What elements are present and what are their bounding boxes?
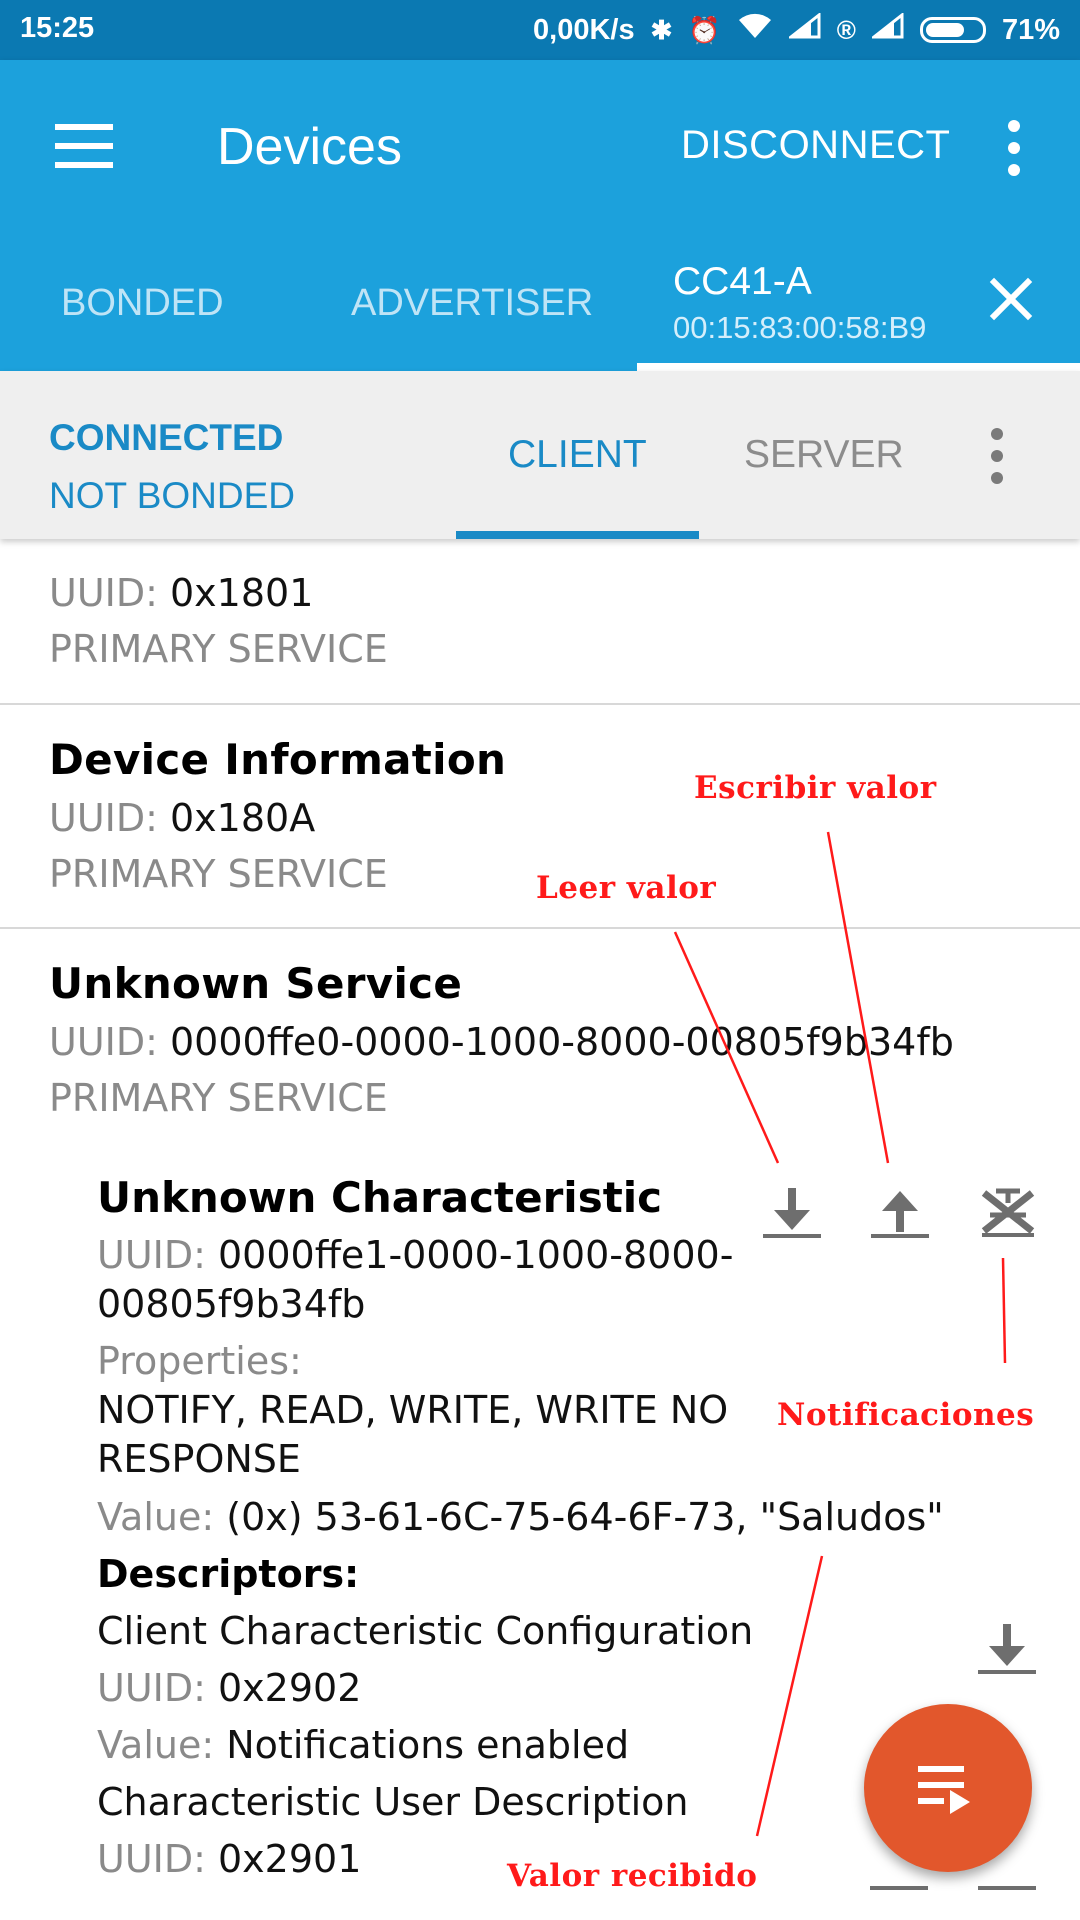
tab-server[interactable]: SERVER <box>744 433 904 477</box>
play-icon <box>950 1790 970 1814</box>
signal-icon <box>786 11 821 47</box>
queue-play-icon <box>918 1766 964 1772</box>
tab-bonded[interactable]: BONDED <box>61 282 224 325</box>
service-uuid: UUID: 0000ffe0-0000-1000-8000-00805f9b34… <box>49 1020 954 1064</box>
properties-value: NOTIFY, READ, WRITE, WRITE NO <box>97 1388 729 1432</box>
overflow-menu-icon[interactable] <box>1008 120 1020 176</box>
disconnect-button[interactable]: DISCONNECT <box>681 123 950 168</box>
descriptor-name: Client Characteristic Configuration <box>97 1609 754 1653</box>
page-title: Devices <box>217 118 402 176</box>
properties-value-cont: RESPONSE <box>97 1437 301 1481</box>
connection-bar: CONNECTED NOT BONDED CLIENT SERVER <box>0 371 1080 539</box>
status-icons: 0,00K/s ✱ ⏰ ® 71% <box>533 11 1060 48</box>
alarm-icon: ⏰ <box>688 14 721 45</box>
annotation-notifications: Notificaciones <box>777 1397 1035 1433</box>
descriptor-name: Characteristic User Description <box>97 1780 689 1824</box>
wifi-icon <box>737 12 773 48</box>
write-value-icon[interactable] <box>869 1182 931 1244</box>
divider <box>0 703 1080 705</box>
notifications-icon[interactable] <box>978 1185 1038 1241</box>
roaming-icon: ® <box>836 14 856 45</box>
app-bar: Devices DISCONNECT BONDED ADVERTISER CC4… <box>0 60 1080 371</box>
queue-play-button[interactable] <box>864 1704 1032 1872</box>
descriptor-value: Value: Notifications enabled <box>97 1723 630 1767</box>
service-name[interactable]: Generic Attribute <box>49 539 466 547</box>
characteristic-uuid: UUID: 0000ffe1-0000-1000-8000- <box>97 1233 734 1277</box>
active-tab-indicator <box>637 363 1080 371</box>
annotation-received-value: Valor recibido <box>507 1858 758 1894</box>
service-name[interactable]: Device Information <box>49 735 506 784</box>
service-uuid: UUID: 0x180A <box>49 796 316 840</box>
service-type: PRIMARY SERVICE <box>49 627 388 671</box>
bluetooth-icon: ✱ <box>650 14 673 45</box>
characteristic-value: Value: (0x) 53-61-6C-75-64-6F-73, "Salud… <box>97 1495 944 1539</box>
characteristic-uuid-cont: 00805f9b34fb <box>97 1282 366 1326</box>
status-bar: 15:25 0,00K/s ✱ ⏰ ® 71% <box>0 0 1080 60</box>
properties-label: Properties: <box>97 1339 302 1383</box>
menu-icon[interactable] <box>55 124 113 168</box>
annotation-read-value: Leer valor <box>536 870 717 906</box>
connection-status: CONNECTED <box>49 417 284 458</box>
battery-icon <box>919 17 986 43</box>
signal-icon <box>869 11 904 47</box>
overflow-menu-icon[interactable] <box>991 428 1003 484</box>
bond-status: NOT BONDED <box>49 475 296 516</box>
service-uuid: UUID: 0x1801 <box>49 571 314 615</box>
tab-client[interactable]: CLIENT <box>508 433 647 477</box>
service-type: PRIMARY SERVICE <box>49 852 388 896</box>
battery-percent: 71% <box>1001 13 1060 46</box>
read-descriptor-icon[interactable] <box>976 1618 1038 1680</box>
tab-advertiser[interactable]: ADVERTISER <box>351 282 593 325</box>
device-address: 00:15:83:00:58:B9 <box>673 310 927 345</box>
descriptor-uuid: UUID: 0x2901 <box>97 1837 362 1881</box>
client-tab-indicator <box>456 531 699 539</box>
device-name: CC41-A <box>673 260 812 303</box>
status-time: 15:25 <box>20 12 95 44</box>
service-name[interactable]: Unknown Service <box>49 959 462 1008</box>
characteristic-name[interactable]: Unknown Characteristic <box>97 1173 662 1222</box>
tab-device[interactable]: CC41-A 00:15:83:00:58:B9 <box>673 260 926 346</box>
annotation-write-value: Escribir valor <box>694 770 937 806</box>
divider <box>0 927 1080 929</box>
descriptor-uuid: UUID: 0x2902 <box>97 1666 362 1710</box>
close-icon[interactable] <box>988 276 1034 322</box>
connection-state: CONNECTED NOT BONDED <box>49 409 295 525</box>
net-speed: 0,00K/s <box>533 13 635 46</box>
read-value-icon[interactable] <box>761 1182 823 1244</box>
descriptors-title: Descriptors: <box>97 1552 360 1596</box>
service-type: PRIMARY SERVICE <box>49 1076 388 1120</box>
